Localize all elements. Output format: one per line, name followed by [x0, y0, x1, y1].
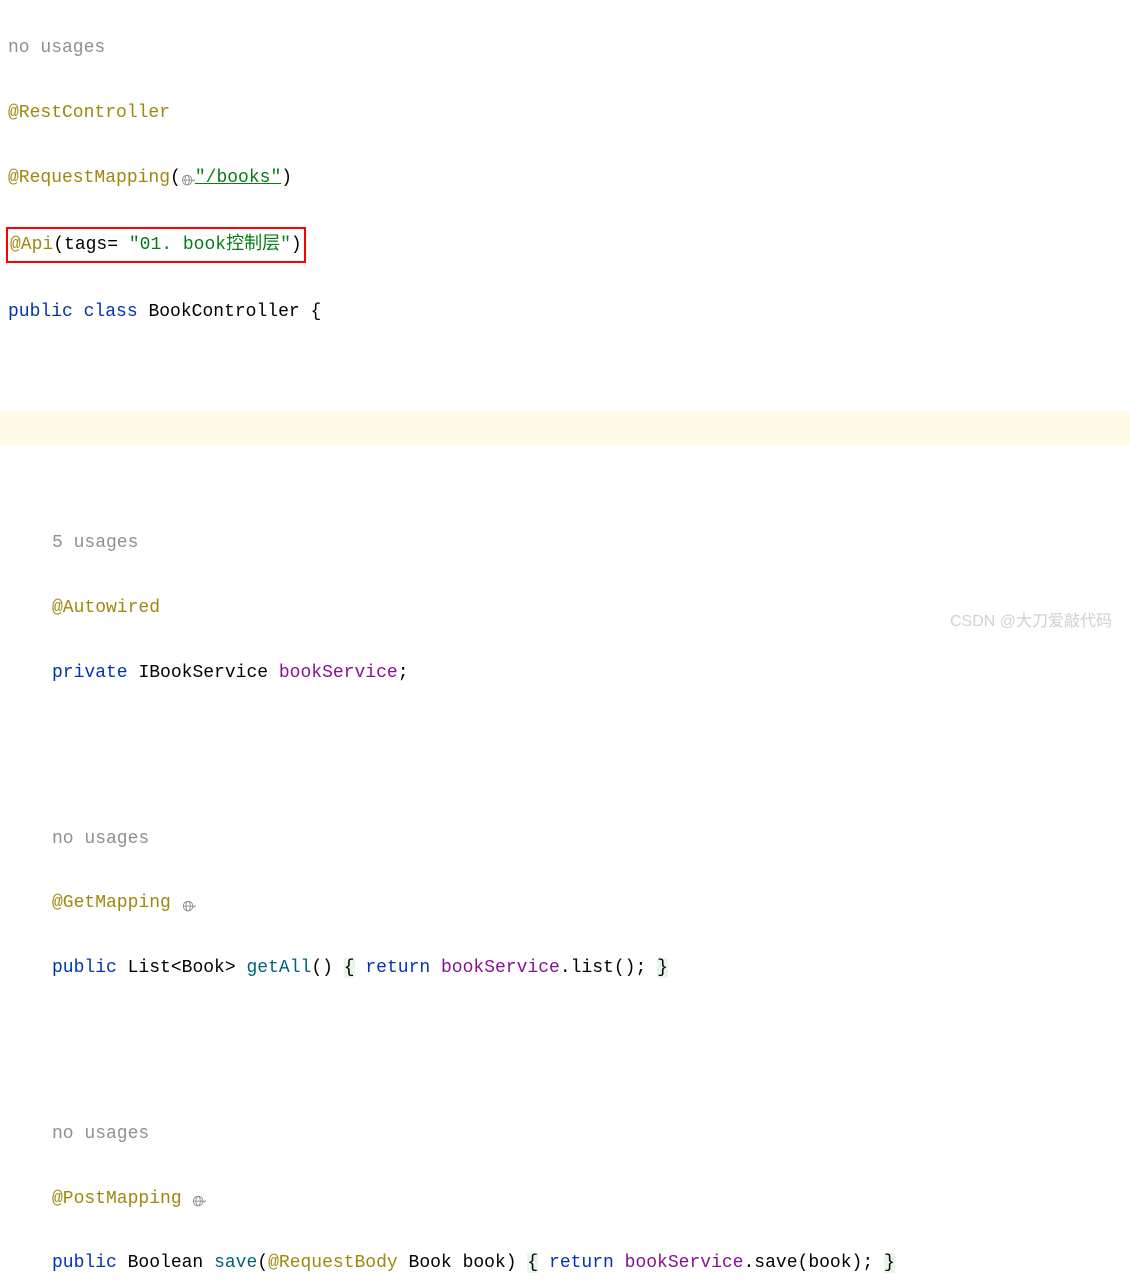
code-editor[interactable]: no usages @RestController @RequestMappin…	[0, 0, 1130, 1286]
method-name: getAll	[247, 958, 312, 978]
field-name: bookService	[279, 663, 398, 683]
type-name: Book	[182, 958, 225, 978]
globe-icon[interactable]	[182, 894, 196, 908]
annotation-restcontroller: @RestController	[8, 103, 170, 123]
string-url: "/books"	[195, 168, 281, 188]
keyword-public: public	[52, 1253, 117, 1273]
method-call: list	[571, 958, 614, 978]
field-ref: bookService	[625, 1253, 744, 1273]
arg-name: book	[808, 1253, 851, 1273]
annotation-requestbody: @RequestBody	[268, 1253, 398, 1273]
highlight-band	[0, 411, 1130, 445]
field-ref: bookService	[441, 958, 560, 978]
method-call: save	[754, 1253, 797, 1273]
annotation-autowired: @Autowired	[52, 598, 160, 618]
keyword-class: class	[84, 302, 138, 322]
string-value: "01. book控制层"	[129, 235, 291, 255]
param-name: tags=	[64, 235, 118, 255]
keyword-public: public	[52, 958, 117, 978]
class-name: BookController	[148, 302, 299, 322]
type-name: List	[128, 958, 171, 978]
annotation-postmapping: @PostMapping	[52, 1189, 182, 1209]
method-name: save	[214, 1253, 257, 1273]
highlighted-api-line: @Api(tags= "01. book控制层")	[6, 227, 306, 263]
keyword-public: public	[8, 302, 73, 322]
globe-icon[interactable]	[181, 168, 195, 182]
param-name: book	[463, 1253, 506, 1273]
globe-icon[interactable]	[192, 1189, 206, 1203]
type-name: Boolean	[128, 1253, 204, 1273]
keyword-return: return	[549, 1253, 614, 1273]
annotation-getmapping: @GetMapping	[52, 893, 171, 913]
usage-hint: no usages	[8, 38, 105, 58]
usage-hint: no usages	[52, 829, 149, 849]
keyword-private: private	[52, 663, 128, 683]
keyword-return: return	[365, 958, 430, 978]
type-name: IBookService	[138, 663, 268, 683]
usage-hint: 5 usages	[52, 533, 138, 553]
type-name: Book	[409, 1253, 452, 1273]
annotation-api: @Api	[10, 235, 53, 255]
annotation-requestmapping: @RequestMapping	[8, 168, 170, 188]
watermark: CSDN @大刀爱敲代码	[950, 608, 1112, 637]
usage-hint: no usages	[52, 1124, 149, 1144]
